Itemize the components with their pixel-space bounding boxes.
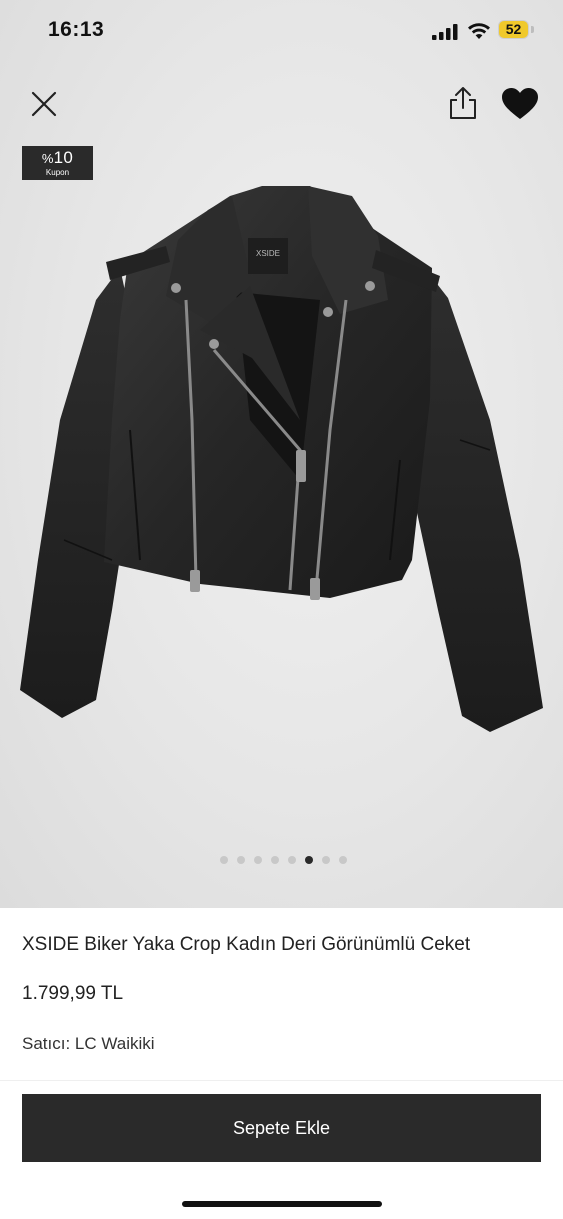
close-icon xyxy=(31,91,57,117)
coupon-percent: %10 xyxy=(22,149,93,168)
product-price: 1.799,99 TL xyxy=(22,983,124,1004)
gallery-dot[interactable] xyxy=(271,856,279,864)
share-button[interactable] xyxy=(445,84,481,122)
divider xyxy=(0,1080,563,1081)
favorite-button[interactable] xyxy=(500,86,540,122)
cellular-signal-icon xyxy=(432,24,458,40)
seller-name[interactable]: LC Waikiki xyxy=(75,1034,155,1053)
status-bar: 16:13 52 xyxy=(0,0,563,62)
home-indicator xyxy=(182,1201,382,1207)
gallery-dot[interactable] xyxy=(254,856,262,864)
heart-icon xyxy=(502,88,538,119)
product-photo-jacket: XSIDE xyxy=(20,186,543,732)
gallery-dot[interactable] xyxy=(237,856,245,864)
status-time: 16:13 xyxy=(48,18,105,41)
close-button[interactable] xyxy=(26,86,62,122)
gallery-dot[interactable] xyxy=(288,856,296,864)
product-title: XSIDE Biker Yaka Crop Kadın Deri Görünüm… xyxy=(22,934,471,955)
coupon-percent-value: 10 xyxy=(53,148,74,167)
gallery-pagination xyxy=(220,856,347,864)
seller-label: Satıcı: xyxy=(22,1034,71,1053)
brand-tag: XSIDE xyxy=(256,249,280,258)
battery-indicator: 52 xyxy=(498,20,534,41)
gallery-dot[interactable] xyxy=(322,856,330,864)
seller-info[interactable]: Satıcı: LC Waikiki xyxy=(22,1034,155,1054)
gallery-dot-active[interactable] xyxy=(305,856,313,864)
wifi-icon xyxy=(468,23,490,39)
product-image-gallery[interactable]: 16:13 52 %10 Kupon XSIDE xyxy=(0,0,563,908)
add-to-cart-button[interactable]: Sepete Ekle xyxy=(22,1094,541,1162)
gallery-dot[interactable] xyxy=(339,856,347,864)
share-icon xyxy=(450,87,476,119)
gallery-dot[interactable] xyxy=(220,856,228,864)
battery-percent: 52 xyxy=(505,21,522,37)
coupon-percent-sign: % xyxy=(41,151,54,166)
